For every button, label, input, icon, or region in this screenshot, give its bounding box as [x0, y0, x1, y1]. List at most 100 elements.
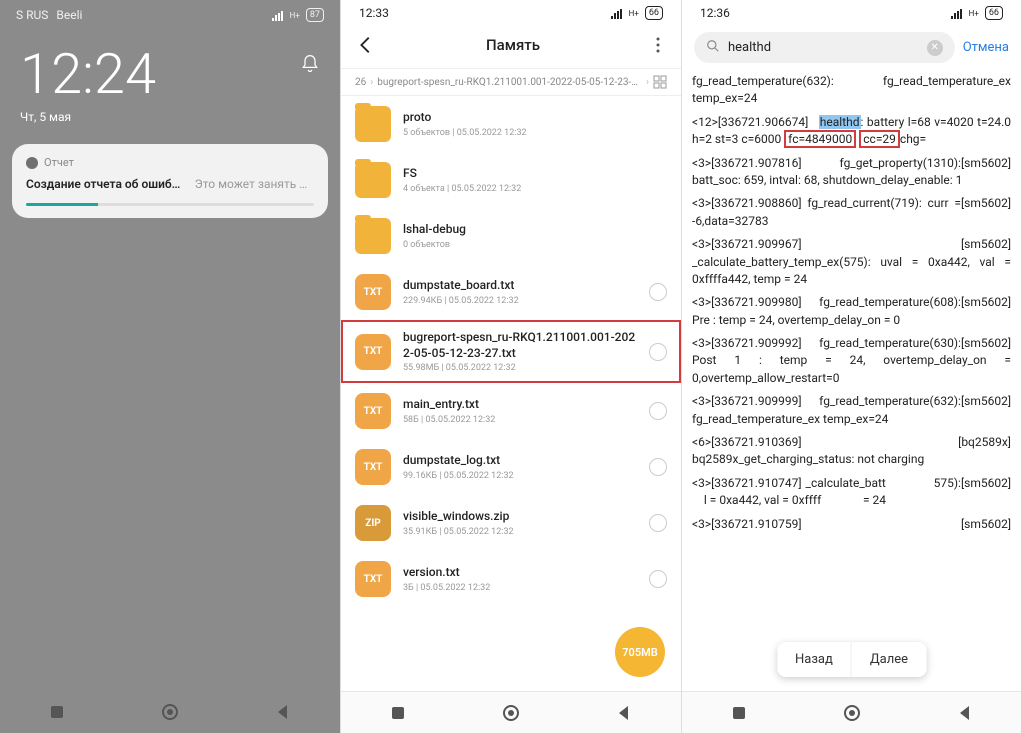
log-line: [bq2589x]<6>[336721.910369] bq2589x_get_… — [692, 434, 1011, 469]
recents-icon[interactable] — [48, 703, 66, 721]
network-type-icon: H+ — [290, 11, 300, 20]
file-meta: 5 объектов | 05.05.2022 12:32 — [403, 128, 667, 138]
file-meta: 55.98МБ | 05.05.2022 12:32 — [403, 363, 637, 373]
storage-fab[interactable]: 705MB — [615, 627, 665, 677]
file-meta: 3Б | 05.05.2022 12:32 — [403, 583, 637, 593]
file-row[interactable]: TXTmain_entry.txt58Б | 05.05.2022 12:32 — [341, 383, 681, 439]
file-browser-phone: 12:33 H+ 66 Память 26 › bugreport-spesn_… — [340, 0, 681, 733]
home-icon[interactable] — [502, 704, 520, 722]
search-icon — [706, 38, 720, 57]
file-name: lshal-debug — [403, 222, 667, 238]
select-radio[interactable] — [649, 283, 667, 301]
txt-icon: TXT — [355, 334, 391, 370]
signal-icon — [951, 8, 963, 18]
home-icon[interactable] — [843, 704, 861, 722]
battery-icon: 66 — [645, 6, 663, 20]
lock-clock: 12:24 — [20, 46, 156, 102]
folder-icon — [355, 218, 391, 254]
carrier-2: Beeli — [56, 8, 82, 22]
file-name: dumpstate_board.txt — [403, 278, 637, 294]
log-line: <12>[336721.906674] healthd: battery l=6… — [692, 114, 1011, 149]
cancel-button[interactable]: Отмена — [963, 40, 1009, 55]
back-icon[interactable] — [274, 703, 292, 721]
recents-icon[interactable] — [730, 704, 748, 722]
carrier-1: S RUS — [16, 8, 48, 22]
notification-card[interactable]: Отчет Создание отчета об ошибке… Это мож… — [12, 144, 328, 218]
log-line: fg_read_temperature(632): fg_read_temper… — [692, 73, 1011, 108]
file-row[interactable]: TXTversion.txt3Б | 05.05.2022 12:32 — [341, 551, 681, 607]
chevron-right-icon: › — [370, 77, 373, 88]
app-name: Отчет — [44, 156, 74, 169]
log-line: [sm5602]<3>[336721.909967] _calculate_ba… — [692, 236, 1011, 288]
network-type-icon: H+ — [969, 9, 979, 18]
recents-icon[interactable] — [389, 704, 407, 722]
notification-subtitle: Это может занять не… — [195, 177, 314, 191]
status-bar: S RUS Beeli H+ 87 — [0, 0, 340, 30]
txt-icon: TXT — [355, 449, 391, 485]
clear-icon[interactable]: ✕ — [927, 40, 943, 56]
select-radio[interactable] — [649, 343, 667, 361]
app-icon — [26, 157, 38, 169]
log-line: [sm5602]<3>[336721.909992] fg_read_tempe… — [692, 335, 1011, 387]
file-row[interactable]: TXTbugreport-spesn_ru-RKQ1.211001.001-20… — [341, 320, 681, 383]
log-viewer-phone: 12:36 H+ 66 ✕ Отмена fg_read_temperature… — [681, 0, 1021, 733]
find-next-button[interactable]: Далее — [852, 642, 926, 677]
select-radio[interactable] — [649, 570, 667, 588]
file-name: dumpstate_log.txt — [403, 453, 637, 469]
status-time: 12:36 — [700, 6, 730, 20]
zip-icon: ZIP — [355, 505, 391, 541]
grid-view-icon[interactable] — [653, 75, 667, 89]
nav-bar — [0, 691, 340, 733]
more-icon[interactable] — [649, 36, 667, 54]
breadcrumb-part[interactable]: bugreport-spesn_ru-RKQ1.211001.001-2022-… — [377, 77, 642, 88]
file-row[interactable]: lshal-debug 0 объектов — [341, 208, 681, 264]
file-name: proto — [403, 110, 667, 126]
file-name: FS — [403, 166, 667, 182]
notifications-icon[interactable] — [300, 54, 320, 74]
file-row[interactable]: ZIPvisible_windows.zip35.91КБ | 05.05.20… — [341, 495, 681, 551]
find-nav-popup: Назад Далее — [777, 642, 926, 677]
battery-icon: 66 — [985, 6, 1003, 20]
home-icon[interactable] — [161, 703, 179, 721]
file-meta: 0 объектов — [403, 240, 667, 250]
file-row[interactable]: TXT dumpstate_log.txt 99.16КБ | 05.05.2022… — [341, 439, 681, 495]
search-field[interactable]: ✕ — [694, 32, 955, 63]
signal-icon — [272, 10, 284, 20]
file-name: version.txt — [403, 565, 637, 581]
log-line: [sm5602]<3>[336721.909999] fg_read_tempe… — [692, 393, 1011, 428]
nav-bar — [341, 691, 681, 733]
select-radio[interactable] — [649, 402, 667, 420]
log-line: [sm5602]<3>[336721.910747] _calculate_ba… — [692, 475, 1011, 510]
txt-icon: TXT — [355, 393, 391, 429]
breadcrumb-part[interactable]: 26 — [355, 77, 366, 88]
file-list: proto 5 объектов | 05.05.2022 12:32 FS4 об… — [341, 96, 681, 691]
lock-date: Чт, 5 мая — [20, 110, 156, 124]
search-match: healthd — [819, 115, 861, 129]
notification-title: Создание отчета об ошибке… — [26, 177, 185, 191]
network-type-icon: H+ — [629, 9, 639, 18]
file-row[interactable]: TXTdumpstate_board.txt229.94КБ | 05.05.2… — [341, 264, 681, 320]
find-prev-button[interactable]: Назад — [777, 642, 851, 677]
file-row[interactable]: proto 5 объектов | 05.05.2022 12:32 — [341, 96, 681, 152]
chevron-right-icon: › — [646, 77, 649, 88]
file-name: main_entry.txt — [403, 397, 637, 413]
file-meta: 99.16КБ | 05.05.2022 12:32 — [403, 471, 637, 481]
log-content[interactable]: fg_read_temperature(632): fg_read_temper… — [682, 69, 1021, 691]
progress-bar — [26, 203, 314, 206]
file-row[interactable]: FS4 объекта | 05.05.2022 12:32 — [341, 152, 681, 208]
search-input[interactable] — [728, 40, 919, 55]
folder-icon — [355, 106, 391, 142]
breadcrumb[interactable]: 26 › bugreport-spesn_ru-RKQ1.211001.001-… — [341, 68, 681, 96]
log-line: [sm5602]<3>[336721.910759] — [692, 516, 1011, 533]
select-radio[interactable] — [649, 514, 667, 532]
file-meta: 35.91КБ | 05.05.2022 12:32 — [403, 527, 637, 537]
status-bar: 12:33 H+ 66 — [341, 0, 681, 26]
back-button[interactable] — [355, 34, 377, 56]
app-header: Память — [341, 26, 681, 68]
back-icon[interactable] — [956, 704, 974, 722]
back-icon[interactable] — [615, 704, 633, 722]
folder-icon — [355, 162, 391, 198]
highlighted-value: cc=29 — [859, 130, 900, 148]
status-bar: 12:36 H+ 66 — [682, 0, 1021, 26]
select-radio[interactable] — [649, 458, 667, 476]
